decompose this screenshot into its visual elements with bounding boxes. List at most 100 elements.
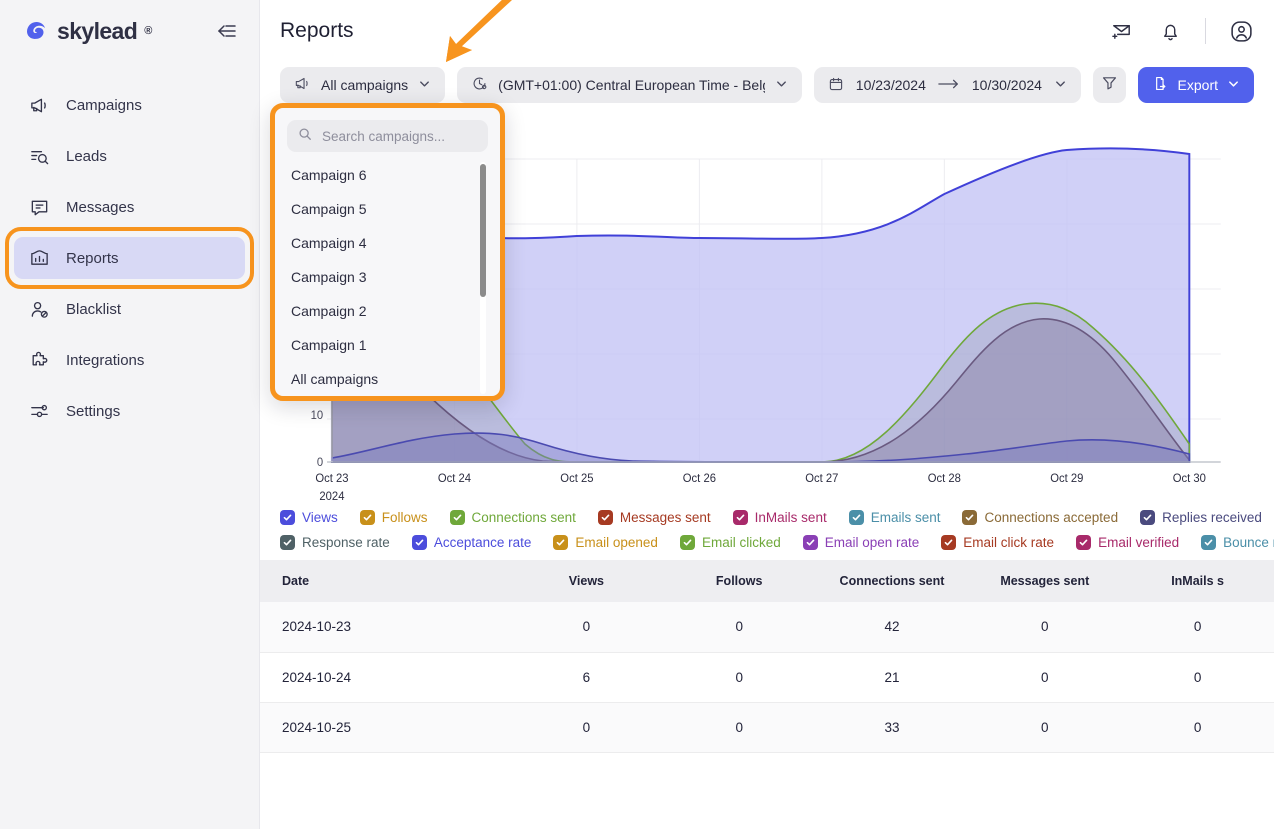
legend-checkbox[interactable] xyxy=(280,510,295,525)
legend-checkbox[interactable] xyxy=(553,535,568,550)
legend-item[interactable]: Replies received xyxy=(1140,510,1262,525)
legend-checkbox[interactable] xyxy=(941,535,956,550)
sidebar-item-integrations[interactable]: Integrations xyxy=(14,339,245,381)
dropdown-scrollbar-thumb[interactable] xyxy=(480,164,486,297)
table-body: 2024-10-230042002024-10-246021002024-10-… xyxy=(260,602,1274,752)
campaign-option[interactable]: Campaign 4 xyxy=(287,226,488,260)
legend-item[interactable]: Email click rate xyxy=(941,535,1054,550)
sidebar-item-label: Blacklist xyxy=(66,301,121,318)
legend-row: Response rate Acceptance rate Email opened… xyxy=(280,535,1254,550)
arrow-right-icon xyxy=(938,77,960,93)
legend-label: Messages sent xyxy=(620,510,711,525)
table-cell-views: 0 xyxy=(510,602,663,652)
legend-item[interactable]: Follows xyxy=(360,510,428,525)
column-header-date[interactable]: Date xyxy=(260,560,510,602)
campaign-option[interactable]: Campaign 5 xyxy=(287,192,488,226)
skylead-logo-icon xyxy=(22,17,50,45)
legend-item[interactable]: Email verified xyxy=(1076,535,1179,550)
column-header-follows[interactable]: Follows xyxy=(663,560,816,602)
brand-registered-mark: ® xyxy=(144,25,152,37)
campaign-search-field[interactable] xyxy=(287,120,488,152)
table-cell-inmails-sent: 0 xyxy=(1121,652,1274,702)
campaign-option[interactable]: Campaign 2 xyxy=(287,294,488,328)
legend-checkbox[interactable] xyxy=(803,535,818,550)
campaign-option[interactable]: All campaigns xyxy=(287,362,488,396)
table-cell-connections-sent: 33 xyxy=(816,702,969,752)
user-avatar-icon[interactable] xyxy=(1228,18,1254,44)
table-row[interactable]: 2024-10-24602100 xyxy=(260,652,1274,702)
search-input[interactable] xyxy=(322,129,477,144)
column-header-messages-sent[interactable]: Messages sent xyxy=(968,560,1121,602)
legend-checkbox[interactable] xyxy=(360,510,375,525)
campaign-option[interactable]: Campaign 1 xyxy=(287,328,488,362)
legend-checkbox[interactable] xyxy=(450,510,465,525)
message-icon xyxy=(28,196,50,218)
date-range-selector[interactable]: 10/23/2024 10/30/2024 xyxy=(814,67,1081,103)
clock-icon xyxy=(471,75,488,95)
legend-label: Views xyxy=(302,510,338,525)
column-header-views[interactable]: Views xyxy=(510,560,663,602)
filter-button[interactable] xyxy=(1093,67,1126,103)
legend-item[interactable]: Email open rate xyxy=(803,535,920,550)
legend-item[interactable]: Emails sent xyxy=(849,510,941,525)
legend-item[interactable]: Bounce rate xyxy=(1201,535,1274,550)
legend-label: Email verified xyxy=(1098,535,1179,550)
legend-item[interactable]: Connections sent xyxy=(450,510,576,525)
campaign-option[interactable]: Campaign 3 xyxy=(287,260,488,294)
chart-xtick: Oct 29 xyxy=(1050,473,1083,485)
campaign-dropdown-panel[interactable]: Campaign 6Campaign 5Campaign 4Campaign 3… xyxy=(270,103,505,401)
legend-item[interactable]: Email opened xyxy=(553,535,658,550)
table-cell-date: 2024-10-23 xyxy=(260,602,510,652)
legend-checkbox[interactable] xyxy=(598,510,613,525)
legend-item[interactable]: Messages sent xyxy=(598,510,711,525)
table-cell-views: 0 xyxy=(510,702,663,752)
collapse-sidebar-icon[interactable] xyxy=(213,18,239,44)
legend-item[interactable]: Connections accepted xyxy=(962,510,1118,525)
legend-item[interactable]: Response rate xyxy=(280,535,390,550)
legend-item[interactable]: InMails sent xyxy=(733,510,827,525)
sidebar-item-settings[interactable]: Settings xyxy=(14,390,245,432)
table-row[interactable]: 2024-10-23004200 xyxy=(260,602,1274,652)
sidebar-item-blacklist[interactable]: Blacklist xyxy=(14,288,245,330)
export-button[interactable]: Export xyxy=(1138,67,1254,103)
column-header-inmails-sent[interactable]: InMails s xyxy=(1121,560,1274,602)
bell-icon[interactable] xyxy=(1157,18,1183,44)
table-cell-messages-sent: 0 xyxy=(968,602,1121,652)
chart-xtick: Oct 28 xyxy=(928,473,961,485)
table-row[interactable]: 2024-10-25003300 xyxy=(260,702,1274,752)
sidebar-item-messages[interactable]: Messages xyxy=(14,186,245,228)
sidebar-item-label: Leads xyxy=(66,148,107,165)
megaphone-icon xyxy=(294,75,311,95)
sliders-icon xyxy=(28,400,50,422)
legend-item[interactable]: Acceptance rate xyxy=(412,535,532,550)
date-range-end: 10/30/2024 xyxy=(972,77,1042,93)
timezone-selector[interactable]: (GMT+01:00) Central European Time - Belg… xyxy=(457,67,802,103)
sidebar-item-leads[interactable]: Leads xyxy=(14,135,245,177)
chart-xtick: Oct 26 xyxy=(683,473,716,485)
column-header-connections-sent[interactable]: Connections sent xyxy=(816,560,969,602)
sidebar-item-reports[interactable]: Reports xyxy=(14,237,245,279)
legend-checkbox[interactable] xyxy=(1076,535,1091,550)
legend-checkbox[interactable] xyxy=(962,510,977,525)
legend-label: Replies received xyxy=(1162,510,1262,525)
chart-ytick: 0 xyxy=(317,457,323,469)
campaign-selector-label: All campaigns xyxy=(321,77,408,93)
chart-xtick: Oct 30 xyxy=(1173,473,1206,485)
legend-checkbox[interactable] xyxy=(412,535,427,550)
campaign-dropdown-list[interactable]: Campaign 6Campaign 5Campaign 4Campaign 3… xyxy=(287,158,488,396)
legend-checkbox[interactable] xyxy=(680,535,695,550)
sidebar-item-campaigns[interactable]: Campaigns xyxy=(14,84,245,126)
legend-label: Bounce rate xyxy=(1223,535,1274,550)
campaign-selector[interactable]: All campaigns xyxy=(280,67,445,103)
legend-checkbox[interactable] xyxy=(280,535,295,550)
mail-plus-icon[interactable] xyxy=(1109,18,1135,44)
legend-item[interactable]: Views xyxy=(280,510,338,525)
legend-checkbox[interactable] xyxy=(849,510,864,525)
legend-checkbox[interactable] xyxy=(733,510,748,525)
legend-checkbox[interactable] xyxy=(1140,510,1155,525)
campaign-option[interactable]: Campaign 6 xyxy=(287,158,488,192)
legend-checkbox[interactable] xyxy=(1201,535,1216,550)
table-cell-inmails-sent: 0 xyxy=(1121,702,1274,752)
legend-item[interactable]: Email clicked xyxy=(680,535,781,550)
legend-label: Email open rate xyxy=(825,535,920,550)
